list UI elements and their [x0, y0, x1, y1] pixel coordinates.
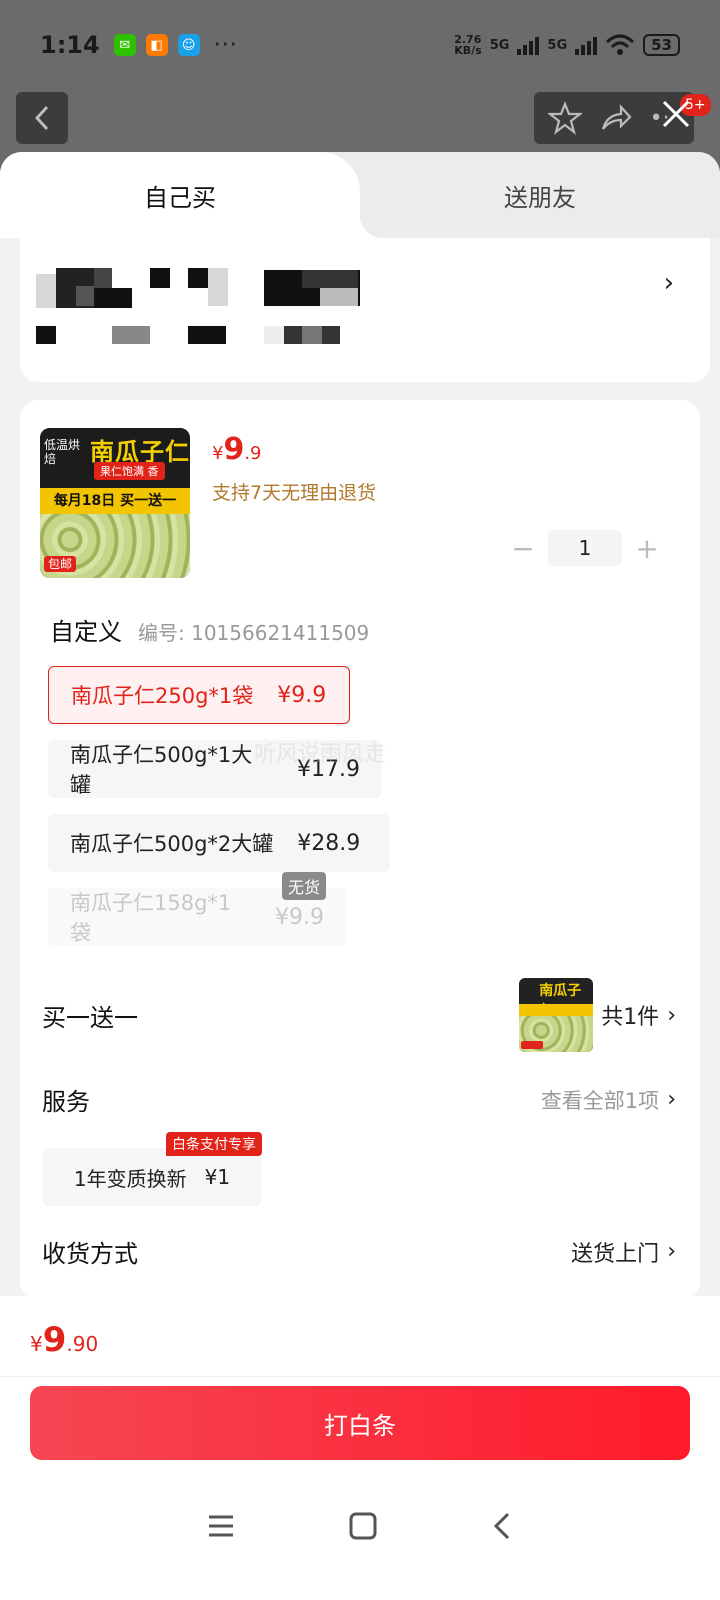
battery-indicator: 53	[643, 34, 680, 56]
return-policy: 支持7天无理由退货	[212, 482, 377, 504]
spec-option-name: 南瓜子仁500g*1大罐	[70, 743, 253, 797]
divider	[0, 1376, 720, 1377]
signal-icon	[517, 35, 540, 55]
wechat-icon: ✉	[113, 34, 136, 56]
price-currency: ¥	[212, 443, 224, 464]
promo-count: 共1件	[601, 1005, 660, 1030]
out-of-stock-badge: 无货	[282, 872, 327, 900]
app-icon: ◧	[145, 34, 168, 56]
spec-option-name: 南瓜子仁500g*2大罐	[70, 832, 274, 856]
service-option-price: ¥1	[204, 1165, 231, 1189]
status-bar: 1:14 ✉ ◧ ☺ ··· 2.76 KB/s 5G 5G 53	[0, 0, 720, 90]
pay-with-baitiao-button[interactable]: 打白条	[30, 1386, 690, 1460]
spec-option-500g-1[interactable]: 南瓜子仁500g*1大罐 ¥17.9	[48, 740, 382, 798]
spec-option-500g-2[interactable]: 南瓜子仁500g*2大罐 ¥28.9	[48, 814, 390, 872]
promo-right: 南瓜子仁 共1件 ›	[519, 978, 676, 1052]
tab-gift-friend[interactable]: 送朋友	[360, 152, 720, 238]
gift-image: 南瓜子仁	[519, 978, 594, 1052]
promo-label: 买一送一	[42, 1003, 138, 1032]
price-integer: 9	[223, 432, 245, 467]
promo-row[interactable]: 买一送一 南瓜子仁 共1件 ›	[42, 978, 676, 1052]
chevron-right-icon: ›	[667, 1002, 676, 1028]
service-option[interactable]: 1年变质换新 ¥1	[42, 1148, 262, 1206]
address-redacted	[36, 264, 416, 344]
chevron-left-icon	[34, 105, 49, 131]
spec-option-name: 南瓜子仁250g*1袋	[71, 684, 254, 708]
back-button[interactable]	[16, 92, 68, 144]
chevron-right-icon: ›	[667, 1239, 676, 1264]
total-price: ¥9.90	[30, 1320, 98, 1360]
close-icon[interactable]	[656, 94, 696, 134]
spec-option-name: 南瓜子仁158g*1袋	[70, 891, 232, 945]
app-icon-2: ☺	[177, 34, 200, 56]
spec-title: 自定义	[50, 618, 122, 646]
total-currency: ¥	[30, 1332, 43, 1356]
spec-option-price: ¥28.9	[297, 830, 361, 856]
delivery-row[interactable]: 收货方式 送货上门 ›	[42, 1234, 676, 1269]
menu-icon[interactable]	[206, 1513, 236, 1539]
more-notifications-icon: ···	[213, 32, 238, 58]
status-indicators: 2.76 KB/s 5G 5G 53	[454, 34, 680, 56]
service-view-all: 查看全部1项 ›	[541, 1085, 676, 1115]
checkout-bar: ¥9.90 打白条	[0, 1296, 720, 1600]
service-row[interactable]: 服务 查看全部1项 ›	[42, 1082, 676, 1117]
network-type-2: 5G	[547, 37, 568, 53]
price-decimal: .9	[244, 443, 262, 464]
delivery-value-wrap: 送货上门 ›	[571, 1236, 676, 1268]
status-time: 1:14	[40, 31, 100, 59]
total-decimal: .90	[66, 1332, 99, 1356]
product-image-promo: 每月18日 买一送一	[40, 488, 190, 514]
star-icon[interactable]	[548, 101, 583, 135]
product-code: 编号: 10156621411509	[138, 621, 370, 645]
product-image-side: 低温烘焙	[44, 438, 81, 466]
share-icon[interactable]	[599, 101, 633, 135]
address-card[interactable]: ›	[20, 238, 710, 382]
decrease-button[interactable]: −	[506, 531, 540, 565]
product-image: 南瓜子仁 低温烘焙 果仁饱满 香 每月18日 买一送一 包邮	[40, 428, 190, 578]
service-promo-tag: 白条支付专享	[166, 1132, 262, 1156]
system-nav-bar	[0, 1496, 720, 1556]
increase-button[interactable]: +	[630, 531, 664, 565]
home-icon[interactable]	[348, 1511, 378, 1541]
product-image-sub: 果仁饱满 香	[94, 462, 165, 480]
spec-option-250g[interactable]: 南瓜子仁250g*1袋 ¥9.9	[48, 666, 350, 724]
delivery-label: 收货方式	[42, 1240, 138, 1268]
product-price: ¥9.9	[212, 432, 262, 467]
service-option-name: 1年变质换新	[73, 1166, 187, 1191]
page-nav: •·	[0, 92, 720, 148]
spec-option-price: ¥9.9	[275, 904, 324, 930]
back-icon[interactable]	[490, 1511, 514, 1541]
chevron-right-icon[interactable]: ›	[664, 268, 674, 298]
quantity-value[interactable]: 1	[548, 530, 622, 566]
spec-option-price: ¥9.9	[277, 682, 327, 708]
total-integer: 9	[42, 1320, 67, 1360]
product-image-shipping: 包邮	[44, 556, 77, 572]
network-type: 5G	[489, 37, 510, 53]
network-speed: 2.76 KB/s	[454, 33, 482, 57]
wifi-icon	[606, 34, 635, 55]
tab-buy-for-self[interactable]: 自己买	[0, 152, 384, 238]
signal-icon-2	[575, 35, 598, 55]
purchase-tabs: 自己买 送朋友	[0, 152, 720, 238]
chevron-right-icon: ›	[667, 1087, 676, 1112]
delivery-value: 送货上门	[571, 1241, 660, 1267]
quantity-stepper: − 1 +	[506, 530, 664, 566]
spec-header: 自定义 编号: 10156621411509	[50, 612, 369, 647]
service-label: 服务	[42, 1088, 90, 1116]
service-view-all-text: 查看全部1项	[540, 1088, 660, 1113]
spec-option-price: ¥17.9	[297, 756, 360, 782]
